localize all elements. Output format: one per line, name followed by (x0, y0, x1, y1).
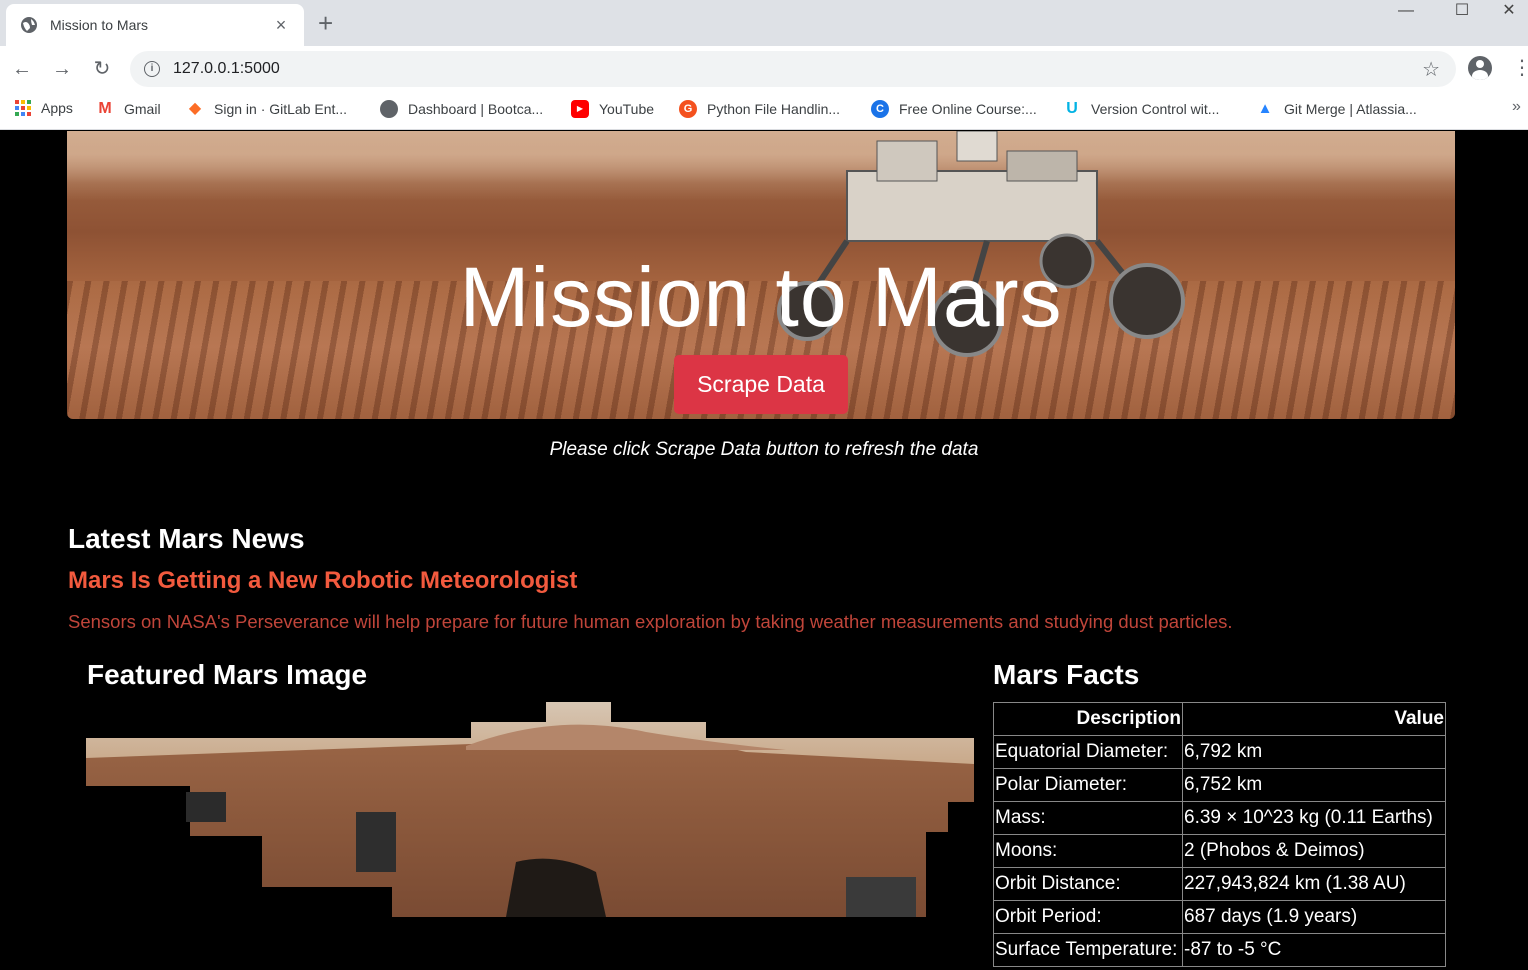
new-tab-button[interactable]: + (318, 10, 333, 36)
table-row: Orbit Period: 687 days (1.9 years) (993, 900, 1446, 934)
page-content: Mission to Mars Scrape Data Please click… (0, 131, 1528, 970)
address-bar[interactable]: i 127.0.0.1:5000 ☆ (130, 51, 1456, 87)
hero-banner: Mission to Mars Scrape Data (67, 131, 1455, 419)
more-bookmarks-icon[interactable]: » (1512, 98, 1521, 116)
python-site-icon: G (679, 100, 697, 118)
table-header-row: Description Value (993, 702, 1446, 736)
fact-value: 227,943,824 km (1.38 AU) (1182, 867, 1446, 901)
fact-label: Polar Diameter: (993, 768, 1183, 802)
table-row: Equatorial Diameter: 6,792 km (993, 735, 1446, 769)
featured-mars-image (86, 702, 974, 920)
refresh-hint: Please click Scrape Data button to refre… (549, 439, 979, 460)
fact-value: 6,792 km (1182, 735, 1446, 769)
bookmark-python-file-handling[interactable]: G Python File Handlin... (679, 100, 840, 118)
globe-icon (380, 100, 398, 118)
coursera-icon: C (871, 100, 889, 118)
fact-label: Mass: (993, 801, 1183, 835)
fact-value: 687 days (1.9 years) (1182, 900, 1446, 934)
back-arrow-icon[interactable]: ← (9, 56, 35, 82)
atlassian-icon: ▲ (1256, 100, 1274, 118)
news-paragraph: Sensors on NASA's Perseverance will help… (68, 611, 1233, 632)
profile-avatar-icon[interactable] (1468, 56, 1492, 80)
tab-title: Mission to Mars (50, 17, 149, 33)
bookmark-label: Git Merge | Atlassia... (1284, 101, 1417, 117)
bookmark-star-icon[interactable]: ☆ (1422, 57, 1440, 82)
column-header-value: Value (1182, 702, 1446, 736)
bookmark-free-online-course[interactable]: C Free Online Course:... (871, 100, 1037, 118)
gmail-icon: M (96, 100, 114, 118)
forward-arrow-icon[interactable]: → (49, 56, 75, 82)
fact-value: -87 to -5 °C (1182, 933, 1446, 967)
table-row: Orbit Distance: 227,943,824 km (1.38 AU) (993, 867, 1446, 901)
maximize-icon[interactable]: ☐ (1434, 0, 1490, 30)
news-heading: Latest Mars News (68, 523, 305, 554)
fact-label: Orbit Distance: (993, 867, 1183, 901)
browser-menu-icon[interactable]: ⋮ (1512, 56, 1528, 80)
page-title: Mission to Mars (459, 250, 1063, 344)
youtube-icon: ▶ (571, 100, 589, 118)
featured-image-heading: Featured Mars Image (87, 659, 368, 690)
bookmark-gmail[interactable]: M Gmail (96, 100, 161, 118)
bookmark-label: Version Control wit... (1091, 101, 1220, 117)
fact-value: 2 (Phobos & Deimos) (1182, 834, 1446, 868)
bookmark-label: Python File Handlin... (707, 101, 841, 117)
table-row: Mass: 6.39 × 10^23 kg (0.11 Earths) (993, 801, 1446, 835)
bookmark-label: Gmail (124, 101, 161, 117)
scrape-data-button[interactable]: Scrape Data (674, 355, 848, 414)
browser-tab[interactable]: Mission to Mars × (6, 4, 304, 46)
reload-icon[interactable]: ↻ (89, 56, 115, 82)
apps-grid-icon (15, 100, 31, 116)
tab-close-icon[interactable]: × (272, 15, 290, 36)
table-row: Surface Temperature: -87 to -5 °C (993, 933, 1446, 967)
url-text[interactable]: 127.0.0.1:5000 (173, 60, 1422, 78)
bookmark-label: YouTube (599, 101, 655, 117)
site-info-icon[interactable]: i (144, 61, 160, 77)
globe-icon (21, 17, 37, 33)
fact-value: 6.39 × 10^23 kg (0.11 Earths) (1182, 801, 1446, 835)
gitlab-icon: ◆ (186, 100, 204, 118)
mars-facts-table: Description Value Equatorial Diameter: 6… (993, 702, 1446, 967)
fact-value: 6,752 km (1182, 768, 1446, 802)
bookmark-label: Sign in · GitLab Ent... (214, 101, 348, 117)
mars-facts-heading: Mars Facts (993, 659, 1140, 690)
window-close-icon[interactable]: ✕ (1490, 0, 1528, 30)
bookmark-label: Dashboard | Bootca... (408, 101, 544, 117)
table-row: Moons: 2 (Phobos & Deimos) (993, 834, 1446, 868)
bookmark-apps[interactable]: Apps (15, 100, 73, 116)
bookmark-label: Free Online Course:... (899, 101, 1037, 117)
bookmarks-bar: Apps M Gmail ◆ Sign in · GitLab Ent... D… (0, 92, 1528, 130)
column-header-description: Description (993, 702, 1183, 736)
fact-label: Surface Temperature: (993, 933, 1183, 967)
fact-label: Equatorial Diameter: (993, 735, 1183, 769)
fact-label: Orbit Period: (993, 900, 1183, 934)
browser-toolbar: ← → ↻ i 127.0.0.1:5000 ☆ ⋮ (0, 46, 1528, 92)
bookmark-label: Apps (41, 100, 73, 116)
bookmark-dashboard[interactable]: Dashboard | Bootca... (380, 100, 543, 118)
table-row: Polar Diameter: 6,752 km (993, 768, 1446, 802)
bookmark-version-control[interactable]: U Version Control wit... (1063, 100, 1219, 118)
tab-strip: Mission to Mars × + — ☐ ✕ (0, 0, 1528, 46)
udacity-icon: U (1063, 100, 1081, 118)
fact-label: Moons: (993, 834, 1183, 868)
news-title: Mars Is Getting a New Robotic Meteorolog… (68, 567, 578, 594)
bookmark-gitlab[interactable]: ◆ Sign in · GitLab Ent... (186, 100, 347, 118)
bookmark-youtube[interactable]: ▶ YouTube (571, 100, 654, 118)
minimize-icon[interactable]: — (1378, 0, 1434, 30)
bookmark-git-merge[interactable]: ▲ Git Merge | Atlassia... (1256, 100, 1417, 118)
